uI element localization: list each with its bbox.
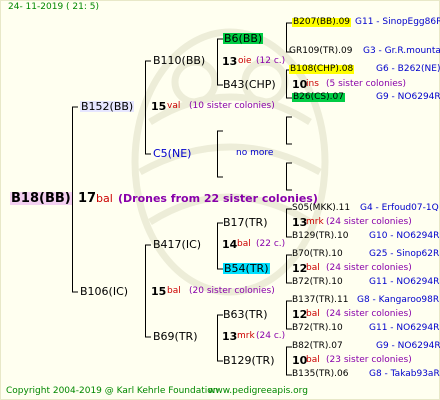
gen1-bottom-count: 15 (151, 285, 167, 298)
gen4-info-3: G6 - B262(NE) (376, 64, 440, 74)
website-link[interactable]: www.pedigreeapis.org (208, 387, 308, 396)
gen1-top-code: val (167, 101, 181, 111)
gen4-info-12: G8 - Takab93aR (369, 369, 440, 379)
gen4-info-1: G11 - SinopEgg86R (355, 17, 440, 27)
gen3-d1-code: bal (306, 309, 320, 319)
gen1-bottom-note: (20 sister colonies) (189, 286, 275, 296)
gen3-c1-code: mrk (306, 217, 324, 227)
gen4-info-6: G10 - NO6294R (369, 231, 440, 241)
gen4-queen-9[interactable]: B137(TR).11 (292, 296, 348, 305)
gen2-c-count: 14 (222, 238, 238, 251)
gen4-queen-10[interactable]: B72(TR).10 (292, 324, 343, 333)
gen4-info-4: G9 - NO6294R (376, 92, 440, 102)
root-note: (Drones from 22 sister colonies) (118, 192, 318, 205)
date-stamp: 24- 11-2019 ( 21: 5) (8, 2, 99, 12)
gen2-d-code: mrk (237, 331, 255, 341)
gen4-info-8: G11 - NO6294R (369, 277, 440, 287)
gen4-queen-5[interactable]: S05(MKK).11 (292, 204, 350, 213)
gen2-d-queen[interactable]: B69(TR) (153, 331, 198, 342)
gen3-a1-code: oie (238, 56, 252, 66)
gen1-top-note: (10 sister colonies) (189, 101, 275, 111)
gen4-info-9: G8 - Kangaroo98R (357, 295, 440, 305)
pedigree-page: 24- 11-2019 ( 21: 5) Copyright 2004-2019… (0, 0, 440, 400)
gen2-c-note: (22 c.) (256, 239, 286, 249)
gen4-queen-11[interactable]: B82(TR).07 (292, 342, 343, 351)
gen3-a1-note: (12 c.) (256, 56, 286, 66)
gen3-a2-queen[interactable]: B43(CHP) (223, 79, 276, 90)
gen3-d2-code: bal (306, 355, 320, 365)
gen2-d-note: (24 c.) (256, 331, 286, 341)
gen4-queen-3[interactable]: B108(CHP).08 (289, 65, 355, 74)
gen3-c2-queen[interactable]: B54(TR) (223, 263, 270, 274)
gen4-info-2: G3 - Gr.R.mounta (363, 46, 440, 56)
gen4-queen-4[interactable]: B26(CS).07 (292, 93, 345, 102)
gen3-c1-queen[interactable]: B17(TR) (223, 217, 268, 228)
gen2-d-count: 13 (222, 330, 238, 343)
gen3-a2-code: ins (306, 79, 319, 89)
root-code: bal (96, 192, 113, 205)
gen1-top-queen[interactable]: B152(BB) (80, 101, 135, 112)
gen3-c1-note: (24 sister colonies) (326, 217, 412, 227)
gen3-c2-code: bal (306, 263, 320, 273)
copyright-text: Copyright 2004-2019 @ Karl Kehrle Founda… (6, 386, 219, 396)
gen4-queen-6[interactable]: B129(TR).10 (292, 232, 348, 241)
gen4-queen-12[interactable]: B135(TR).06 (292, 370, 348, 379)
gen3-a2-note: (5 sister colonies) (326, 79, 407, 89)
gen2-c-queen[interactable]: B417(IC) (153, 239, 201, 250)
root-count: 17 (78, 191, 97, 206)
gen4-queen-2[interactable]: GR109(TR).09 (289, 47, 353, 56)
gen2-b-queen[interactable]: C5(NE) (153, 148, 191, 159)
gen3-d2-queen[interactable]: B129(TR) (223, 355, 275, 366)
gen3-d2-note: (23 sister colonies) (326, 355, 412, 365)
gen2-c-code: bal (237, 239, 251, 249)
gen4-queen-7[interactable]: B70(TR).10 (292, 250, 343, 259)
gen3-d1-queen[interactable]: B63(TR) (223, 309, 268, 320)
gen3-d1-note: (24 sister colonies) (326, 309, 412, 319)
gen2-a-queen[interactable]: B110(BB) (153, 55, 205, 66)
gen4-info-10: G11 - NO6294R (369, 323, 440, 333)
gen2-b-note: no more (236, 148, 274, 158)
root-queen[interactable]: B18(BB) (10, 192, 72, 205)
gen1-bottom-code: bal (167, 286, 181, 296)
gen4-queen-1[interactable]: B207(BB).09 (292, 18, 352, 27)
gen4-info-7: G25 - Sinop62R (369, 249, 440, 259)
gen4-info-5: G4 - Erfoud07-1Q (360, 203, 439, 213)
gen1-top-count: 15 (151, 100, 167, 113)
gen3-a1-count: 13 (222, 55, 238, 68)
gen3-a1-queen[interactable]: B6(BB) (223, 33, 264, 44)
gen3-c2-note: (24 sister colonies) (326, 263, 412, 273)
gen1-bottom-queen[interactable]: B106(IC) (80, 286, 128, 297)
gen4-queen-8[interactable]: B72(TR).10 (292, 278, 343, 287)
gen4-info-11: G9 - NO6294R (376, 341, 440, 351)
